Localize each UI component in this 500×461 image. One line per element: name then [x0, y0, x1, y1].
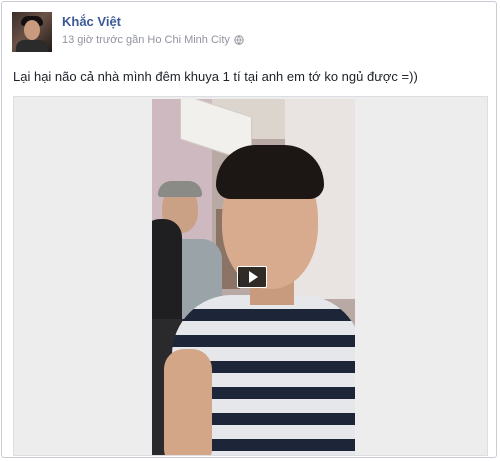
- author-name-link[interactable]: Khắc Việt: [62, 14, 121, 29]
- author-avatar[interactable]: [12, 12, 52, 52]
- post-timestamp-location[interactable]: 13 giờ trước gần Ho Chi Minh City: [62, 34, 230, 46]
- video-container[interactable]: [13, 96, 488, 456]
- play-icon: [248, 271, 258, 283]
- post-message: Lại hại não cả nhà mình đêm khuya 1 tí t…: [13, 69, 418, 84]
- post-card: Khắc Việt 13 giờ trước gần Ho Chi Minh C…: [1, 1, 497, 458]
- globe-icon[interactable]: [234, 35, 244, 45]
- play-button[interactable]: [237, 266, 267, 288]
- post-meta: 13 giờ trước gần Ho Chi Minh City: [62, 34, 244, 46]
